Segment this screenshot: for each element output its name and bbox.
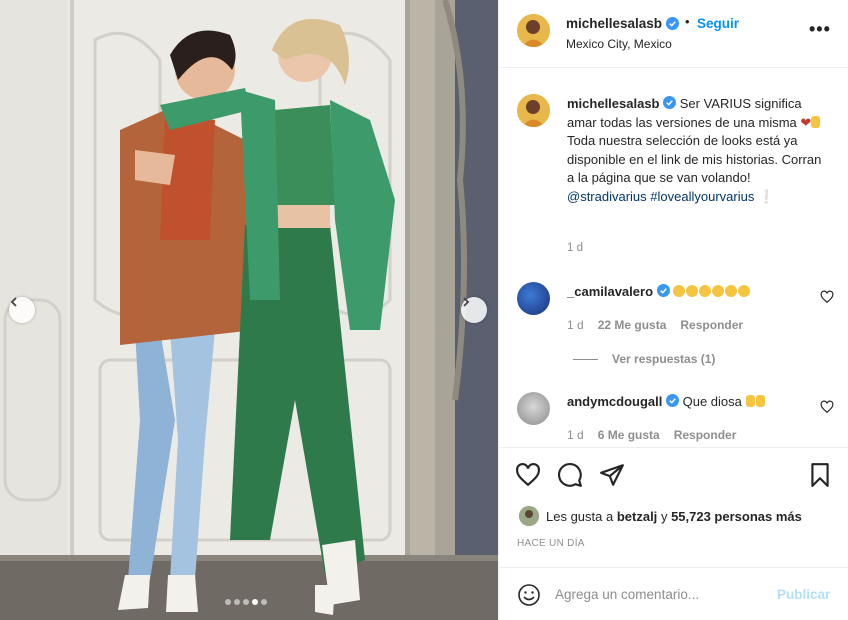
verified-badge-icon	[663, 96, 677, 109]
hashtag-link[interactable]: #loveallyourvarius	[650, 189, 754, 204]
like-comment-icon[interactable]	[820, 290, 834, 304]
verified-badge-icon	[666, 17, 680, 30]
hands-emoji-icon	[745, 394, 766, 409]
mention-link[interactable]: @stradivarius	[567, 189, 647, 204]
chevron-right-icon	[463, 297, 470, 307]
next-photo-button[interactable]	[461, 297, 487, 323]
hand-emoji-icon	[811, 115, 821, 128]
like-heart-icon[interactable]	[515, 462, 541, 488]
post-photo	[0, 0, 498, 620]
like-comment-icon[interactable]	[820, 400, 834, 414]
replies-divider	[573, 358, 598, 360]
comment-likes[interactable]: 6 Me gusta	[598, 428, 660, 442]
caption-timestamp[interactable]: 1 d	[567, 242, 583, 254]
author-avatar[interactable]	[517, 14, 550, 47]
comment-bubble-icon[interactable]	[557, 462, 583, 488]
likes-prefix: Les gusta a	[546, 508, 614, 524]
previous-photo-button[interactable]	[9, 297, 35, 323]
emoji-picker-icon[interactable]	[517, 583, 541, 607]
carousel-dots	[225, 599, 267, 605]
comment-text: Que diosa	[682, 394, 742, 409]
post-location[interactable]: Mexico City, Mexico	[566, 37, 672, 51]
post-timestamp[interactable]: HACE UN DÍA	[517, 538, 585, 549]
comment-body: _camilavalero	[567, 284, 751, 299]
author-username-text[interactable]: michellesalasb	[566, 16, 662, 31]
heart-eyes-emoji-icon	[673, 284, 751, 299]
reply-button[interactable]: Responder	[674, 428, 737, 442]
comment-time[interactable]: 1 d	[567, 428, 584, 442]
post-header: michellesalasb • Seguir Mexico City, Mex…	[499, 0, 848, 68]
sparkle-emoji-icon: ❕	[757, 188, 775, 204]
post-details-panel: michellesalasb • Seguir Mexico City, Mex…	[498, 0, 848, 620]
header-separator: •	[685, 14, 690, 29]
commenter-avatar[interactable]	[517, 282, 550, 315]
commenter-avatar[interactable]	[517, 392, 550, 425]
likes-summary: Les gusta a betzalj y 55,723 personas má…	[519, 506, 802, 526]
publish-button[interactable]: Publicar	[777, 587, 830, 602]
comment-input[interactable]	[555, 584, 765, 604]
comment-time[interactable]: 1 d	[567, 318, 584, 332]
post-actions: Les gusta a betzalj y 55,723 personas má…	[499, 447, 848, 557]
likes-connector: y	[660, 508, 668, 524]
liker-avatar[interactable]	[519, 506, 539, 526]
save-bookmark-icon[interactable]	[807, 462, 833, 488]
share-paper-plane-icon[interactable]	[599, 462, 625, 488]
comment-body: andymcdougall Que diosa	[567, 394, 766, 409]
commenter-username[interactable]: _camilavalero	[567, 284, 653, 299]
reply-button[interactable]: Responder	[680, 318, 743, 332]
liker-username[interactable]: betzalj	[617, 509, 657, 524]
author-username[interactable]: michellesalasb	[566, 16, 680, 31]
follow-button[interactable]: Seguir	[697, 16, 739, 31]
carousel-dot	[234, 599, 240, 605]
comment-likes[interactable]: 22 Me gusta	[598, 318, 667, 332]
verified-badge-icon	[665, 394, 679, 407]
caption-author-avatar[interactable]	[517, 94, 550, 127]
heart-emoji-icon: ❤	[800, 114, 812, 130]
comment-meta: 1 d 6 Me gusta Responder	[567, 428, 736, 442]
post-caption: michellesalasb Ser VARIUS significa amar…	[567, 95, 825, 206]
commenter-username[interactable]: andymcdougall	[567, 394, 662, 409]
photo-illustration	[0, 0, 498, 620]
carousel-dot	[261, 599, 267, 605]
carousel-dot	[225, 599, 231, 605]
view-replies-label[interactable]: Ver respuestas (1)	[612, 352, 715, 366]
likes-count[interactable]: 55,723 personas más	[671, 509, 802, 524]
carousel-dot	[252, 599, 258, 605]
likes-text: Les gusta a betzalj y 55,723 personas má…	[546, 509, 802, 524]
more-options-icon[interactable]: •••	[809, 20, 831, 38]
chevron-left-icon	[10, 297, 17, 307]
add-comment-bar: Publicar	[499, 567, 848, 620]
caption-username[interactable]: michellesalasb	[567, 96, 660, 111]
comment-meta: 1 d 22 Me gusta Responder	[567, 318, 743, 332]
carousel-dot	[243, 599, 249, 605]
caption-text-2: Toda nuestra selección de looks está ya …	[567, 133, 822, 185]
verified-badge-icon	[656, 284, 670, 297]
view-replies-button[interactable]: Ver respuestas (1)	[573, 352, 715, 366]
